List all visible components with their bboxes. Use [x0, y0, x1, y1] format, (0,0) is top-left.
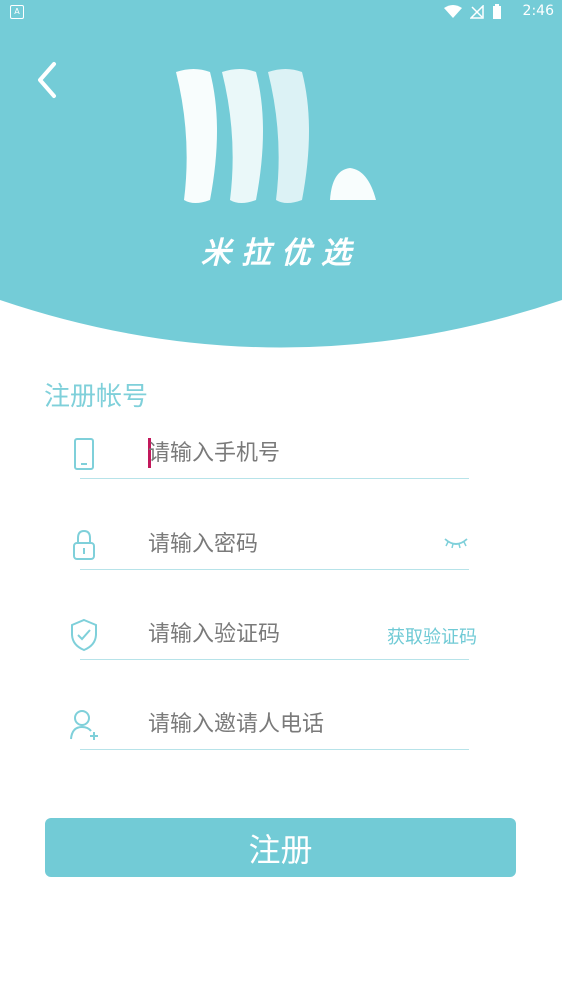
wifi-icon: [444, 5, 462, 18]
brand-name: 米拉优选: [201, 236, 361, 271]
password-field: [73, 521, 469, 570]
inviter-phone-input[interactable]: [148, 707, 408, 741]
battery-icon: [493, 4, 501, 19]
shield-check-icon: [71, 618, 97, 652]
eye-closed-icon[interactable]: [443, 535, 469, 551]
phone-icon: [74, 438, 94, 470]
status-time: 2:46: [522, 3, 554, 19]
header: A 2:46 米拉优选: [0, 0, 562, 350]
signal-off-icon: [470, 5, 484, 19]
chevron-left-icon: [38, 62, 56, 98]
add-user-icon: [70, 710, 98, 740]
password-input[interactable]: [148, 527, 408, 561]
notification-icon: A: [10, 5, 24, 19]
status-icons: [444, 4, 502, 20]
lock-icon: [73, 529, 95, 560]
inviter-phone-field: [70, 701, 469, 750]
status-bar: A 2:46: [0, 0, 562, 24]
get-code-button[interactable]: 获取验证码: [387, 623, 477, 649]
brand-logo-icon: [176, 69, 376, 203]
phone-input[interactable]: [148, 436, 408, 470]
back-button[interactable]: [30, 58, 66, 102]
page-title: 注册帐号: [44, 382, 149, 412]
phone-field: [74, 430, 469, 479]
register-button[interactable]: 注册: [45, 818, 516, 877]
verification-code-input[interactable]: [148, 617, 408, 651]
verification-code-field: 获取验证码: [71, 611, 477, 660]
